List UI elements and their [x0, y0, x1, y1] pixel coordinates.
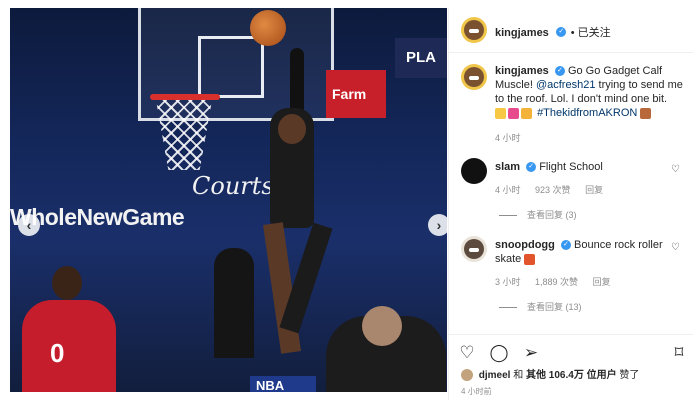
comment-time[interactable]: 4 小时	[495, 185, 521, 195]
previous-photo-button[interactable]: ‹	[18, 214, 40, 236]
comment-slam: slam ✓ Flight School	[495, 160, 603, 174]
person-emoji-icon	[640, 107, 652, 119]
follow-status[interactable]: 已关注	[578, 27, 611, 39]
avatar[interactable]	[461, 17, 487, 43]
save-bookmark-icon[interactable]: ⌑	[669, 343, 689, 363]
follow-separator: •	[570, 27, 578, 39]
comment-username[interactable]: slam	[495, 161, 520, 173]
hashtag-link[interactable]: #ThekidfromAKRON	[537, 107, 637, 119]
basketball	[250, 10, 286, 46]
verified-icon: ✓	[560, 240, 571, 251]
comment-reply-button[interactable]: 回复	[593, 277, 611, 287]
instagram-post-window: PLA Farm Courts WholeNewGame 0 NBA ‹ › k…	[0, 0, 700, 401]
comment-time[interactable]: 3 小时	[495, 277, 521, 287]
verified-icon: ✓	[554, 66, 565, 77]
next-photo-button[interactable]: ›	[428, 214, 447, 236]
dunking-player	[260, 48, 346, 368]
likes-summary: djmeel 和 其他 106.4万 位用户 赞了	[461, 366, 640, 382]
liker-avatar[interactable]	[461, 369, 473, 382]
comment-likes[interactable]: 1,889 次赞	[535, 277, 578, 287]
pla-sign: PLA	[395, 38, 447, 78]
referee-head	[362, 306, 402, 346]
comment-reply-button[interactable]: 回复	[585, 185, 603, 195]
caption-username[interactable]: kingjames	[495, 65, 549, 77]
post-timestamp[interactable]: 4 小时前	[461, 386, 492, 397]
post-actions: ♡ ◯ ➢ ⌑	[449, 334, 693, 365]
caption-avatar[interactable]	[461, 64, 487, 90]
verified-icon: ✓	[526, 162, 537, 173]
nba-sign: NBA	[250, 376, 316, 392]
like-heart-icon[interactable]: ♡	[457, 343, 477, 363]
header-username[interactable]: kingjames	[495, 27, 549, 39]
post-side-panel: kingjames ✓ • 已关注 kingjames ✓ Go Go Gadg…	[448, 8, 693, 400]
comment-likes[interactable]: 923 次赞	[535, 185, 571, 195]
comment-meta: 3 小时 1,889 次赞 回复	[495, 275, 623, 288]
mention-link[interactable]: @acfresh21	[536, 79, 595, 91]
liker-name[interactable]: djmeel	[479, 370, 511, 381]
laughing-emoji-icon	[495, 107, 506, 119]
backboard-square	[198, 36, 264, 98]
share-icon[interactable]: ➢	[521, 343, 541, 363]
comment-meta: 4 小时 923 次赞 回复	[495, 183, 615, 196]
hoop-rim	[150, 94, 220, 100]
comment-avatar-slam[interactable]	[461, 158, 487, 184]
verified-icon: ✓	[556, 26, 567, 37]
post-header: kingjames ✓ • 已关注	[449, 8, 693, 53]
comment-avatar-snoopdogg[interactable]	[461, 236, 487, 262]
view-replies-slam[interactable]: 查看回复 (3)	[499, 208, 577, 221]
likes-others[interactable]: 其他 106.4万 位用户	[526, 370, 617, 381]
likes-suffix: 赞了	[619, 370, 640, 381]
comment-snoopdogg: snoopdogg ✓ Bounce rock roller skate	[495, 238, 663, 266]
collision-emoji-icon	[524, 253, 536, 265]
hoop-net	[156, 100, 212, 170]
caption: kingjames ✓ Go Go Gadget Calf Muscle! @a…	[495, 64, 683, 120]
crown-emoji-icon	[521, 107, 532, 119]
rocket-emoji-icon	[508, 107, 519, 119]
comment-text: Flight School	[539, 161, 603, 173]
comment-like-icon[interactable]: ♡	[671, 164, 680, 175]
view-replies-snoopdogg[interactable]: 查看回复 (13)	[499, 300, 582, 313]
post-photo[interactable]: PLA Farm Courts WholeNewGame 0 NBA ‹ ›	[10, 8, 447, 392]
comment-username[interactable]: snoopdogg	[495, 239, 555, 251]
rockets-player	[22, 300, 116, 392]
background-person	[214, 248, 254, 358]
likes-and: 和	[513, 370, 524, 381]
caption-time[interactable]: 4 小时	[495, 131, 521, 144]
rockets-player-head	[52, 266, 82, 300]
comment-icon[interactable]: ◯	[489, 343, 509, 363]
header-user-row: kingjames ✓ • 已关注	[495, 23, 611, 41]
comment-like-icon[interactable]: ♡	[671, 242, 680, 253]
jersey-number: 0	[50, 338, 65, 368]
